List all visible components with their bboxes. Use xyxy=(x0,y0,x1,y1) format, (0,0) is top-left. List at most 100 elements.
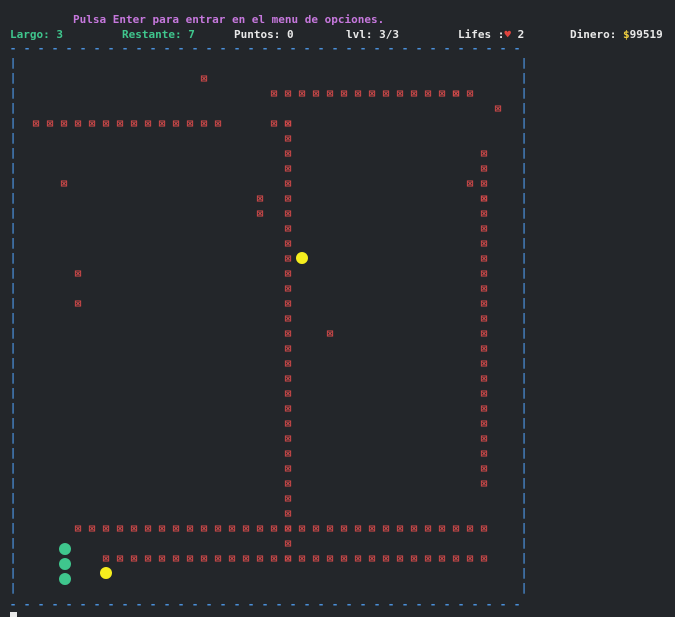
border-right-bar: | xyxy=(521,341,528,354)
wall-block: ⊠ xyxy=(481,252,488,265)
border-right-bar: | xyxy=(521,281,528,294)
border-bottom-dash: - xyxy=(416,598,423,611)
wall-block: ⊠ xyxy=(411,87,418,100)
border-top-dash: - xyxy=(500,42,507,55)
border-top-dash: - xyxy=(10,42,17,55)
border-left-bar: | xyxy=(10,416,17,429)
border-bottom-dash: - xyxy=(276,598,283,611)
border-left-bar: | xyxy=(10,446,17,459)
border-top-dash: - xyxy=(388,42,395,55)
wall-block: ⊠ xyxy=(467,87,474,100)
border-right-bar: | xyxy=(521,536,528,549)
border-left-bar: | xyxy=(10,491,17,504)
wall-block: ⊠ xyxy=(257,522,264,535)
wall-block: ⊠ xyxy=(285,462,292,475)
wall-block: ⊠ xyxy=(383,87,390,100)
wall-block: ⊠ xyxy=(187,522,194,535)
border-left-bar: | xyxy=(10,131,17,144)
wall-block: ⊠ xyxy=(467,522,474,535)
border-bottom-dash: - xyxy=(458,598,465,611)
border-top-dash: - xyxy=(430,42,437,55)
wall-block: ⊠ xyxy=(285,147,292,160)
border-bottom-dash: - xyxy=(402,598,409,611)
wall-block: ⊠ xyxy=(271,87,278,100)
border-right-bar: | xyxy=(521,386,528,399)
wall-block: ⊠ xyxy=(117,552,124,565)
border-bottom-dash: - xyxy=(262,598,269,611)
wall-block: ⊠ xyxy=(481,147,488,160)
wall-block: ⊠ xyxy=(285,297,292,310)
border-right-bar: | xyxy=(521,431,528,444)
border-top-dash: - xyxy=(346,42,353,55)
border-right-bar: | xyxy=(521,266,528,279)
border-left-bar: | xyxy=(10,326,17,339)
border-bottom-dash: - xyxy=(472,598,479,611)
wall-block: ⊠ xyxy=(75,297,82,310)
wall-block: ⊠ xyxy=(481,477,488,490)
border-left-bar: | xyxy=(10,251,17,264)
border-left-bar: | xyxy=(10,56,17,69)
wall-block: ⊠ xyxy=(33,117,40,130)
wall-block: ⊠ xyxy=(187,117,194,130)
border-top-dash: - xyxy=(262,42,269,55)
wall-block: ⊠ xyxy=(481,342,488,355)
wall-block: ⊠ xyxy=(481,282,488,295)
border-top-dash: - xyxy=(192,42,199,55)
border-left-bar: | xyxy=(10,221,17,234)
wall-block: ⊠ xyxy=(131,117,138,130)
border-left-bar: | xyxy=(10,401,17,414)
border-top-dash: - xyxy=(24,42,31,55)
border-top-dash: - xyxy=(290,42,297,55)
border-bottom-dash: - xyxy=(192,598,199,611)
wall-block: ⊠ xyxy=(341,552,348,565)
border-top-dash: - xyxy=(136,42,143,55)
wall-block: ⊠ xyxy=(285,162,292,175)
wall-block: ⊠ xyxy=(257,552,264,565)
food-pellet xyxy=(100,567,112,579)
border-left-bar: | xyxy=(10,116,17,129)
wall-block: ⊠ xyxy=(481,417,488,430)
border-top-dash: - xyxy=(94,42,101,55)
border-top-dash: - xyxy=(220,42,227,55)
border-left-bar: | xyxy=(10,476,17,489)
wall-block: ⊠ xyxy=(89,522,96,535)
wall-block: ⊠ xyxy=(103,522,110,535)
wall-block: ⊠ xyxy=(201,117,208,130)
border-bottom-dash: - xyxy=(80,598,87,611)
wall-block: ⊠ xyxy=(285,357,292,370)
border-left-bar: | xyxy=(10,281,17,294)
wall-block: ⊠ xyxy=(327,87,334,100)
wall-block: ⊠ xyxy=(285,282,292,295)
border-top-dash: - xyxy=(304,42,311,55)
wall-block: ⊠ xyxy=(439,522,446,535)
border-bottom-dash: - xyxy=(178,598,185,611)
wall-block: ⊠ xyxy=(341,522,348,535)
border-right-bar: | xyxy=(521,521,528,534)
wall-block: ⊠ xyxy=(243,552,250,565)
border-top-dash: - xyxy=(178,42,185,55)
wall-block: ⊠ xyxy=(215,522,222,535)
border-top-dash: - xyxy=(360,42,367,55)
wall-block: ⊠ xyxy=(201,552,208,565)
border-bottom-dash: - xyxy=(122,598,129,611)
wall-block: ⊠ xyxy=(355,552,362,565)
wall-block: ⊠ xyxy=(481,447,488,460)
wall-block: ⊠ xyxy=(257,207,264,220)
border-right-bar: | xyxy=(521,326,528,339)
border-left-bar: | xyxy=(10,176,17,189)
wall-block: ⊠ xyxy=(481,402,488,415)
border-right-bar: | xyxy=(521,56,528,69)
wall-block: ⊠ xyxy=(117,117,124,130)
border-right-bar: | xyxy=(521,491,528,504)
border-left-bar: | xyxy=(10,506,17,519)
border-top-dash: - xyxy=(38,42,45,55)
border-bottom-dash: - xyxy=(388,598,395,611)
wall-block: ⊠ xyxy=(159,552,166,565)
wall-block: ⊠ xyxy=(299,552,306,565)
wall-block: ⊠ xyxy=(47,117,54,130)
wall-block: ⊠ xyxy=(481,387,488,400)
border-bottom-dash: - xyxy=(38,598,45,611)
border-top-dash: - xyxy=(444,42,451,55)
border-left-bar: | xyxy=(10,266,17,279)
wall-block: ⊠ xyxy=(439,552,446,565)
